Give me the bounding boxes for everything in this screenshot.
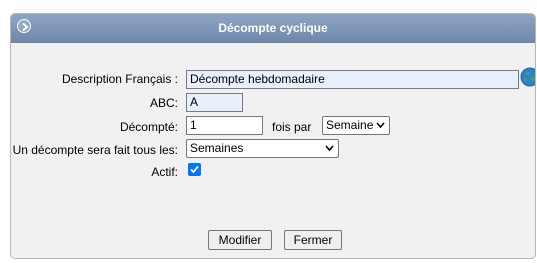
decompte-count-input[interactable]: 1 — [186, 116, 263, 135]
abc-input[interactable]: A — [186, 93, 243, 112]
cyclic-count-panel: Décompte cyclique Description Français :… — [10, 13, 536, 259]
frequency-select[interactable]: Semaines — [186, 139, 339, 158]
panel-title: Décompte cyclique — [218, 21, 328, 35]
frequency-label: Un décompte sera fait tous les: — [12, 143, 178, 157]
chevron-down-icon — [376, 122, 385, 129]
frequency-value: Semaines — [190, 141, 244, 155]
abc-label: ABC: — [149, 96, 178, 110]
panel-header: Décompte cyclique — [11, 14, 535, 43]
actif-label: Actif: — [151, 165, 178, 179]
chevron-down-icon — [325, 145, 334, 152]
modify-button[interactable]: Modifier — [208, 230, 272, 250]
period-unit-select[interactable]: Semaine — [322, 116, 390, 135]
description-input[interactable]: Décompte hebdomadaire — [186, 70, 519, 89]
checkmark-icon — [190, 165, 199, 174]
period-unit-value: Semaine — [326, 118, 374, 132]
fois-par-label: fois par — [272, 120, 312, 134]
decompte-label: Décompté: — [119, 120, 178, 134]
description-label: Description Français : — [61, 72, 178, 86]
actif-checkbox[interactable] — [188, 163, 201, 176]
close-button[interactable]: Fermer — [284, 230, 342, 250]
globe-icon[interactable] — [520, 67, 535, 90]
